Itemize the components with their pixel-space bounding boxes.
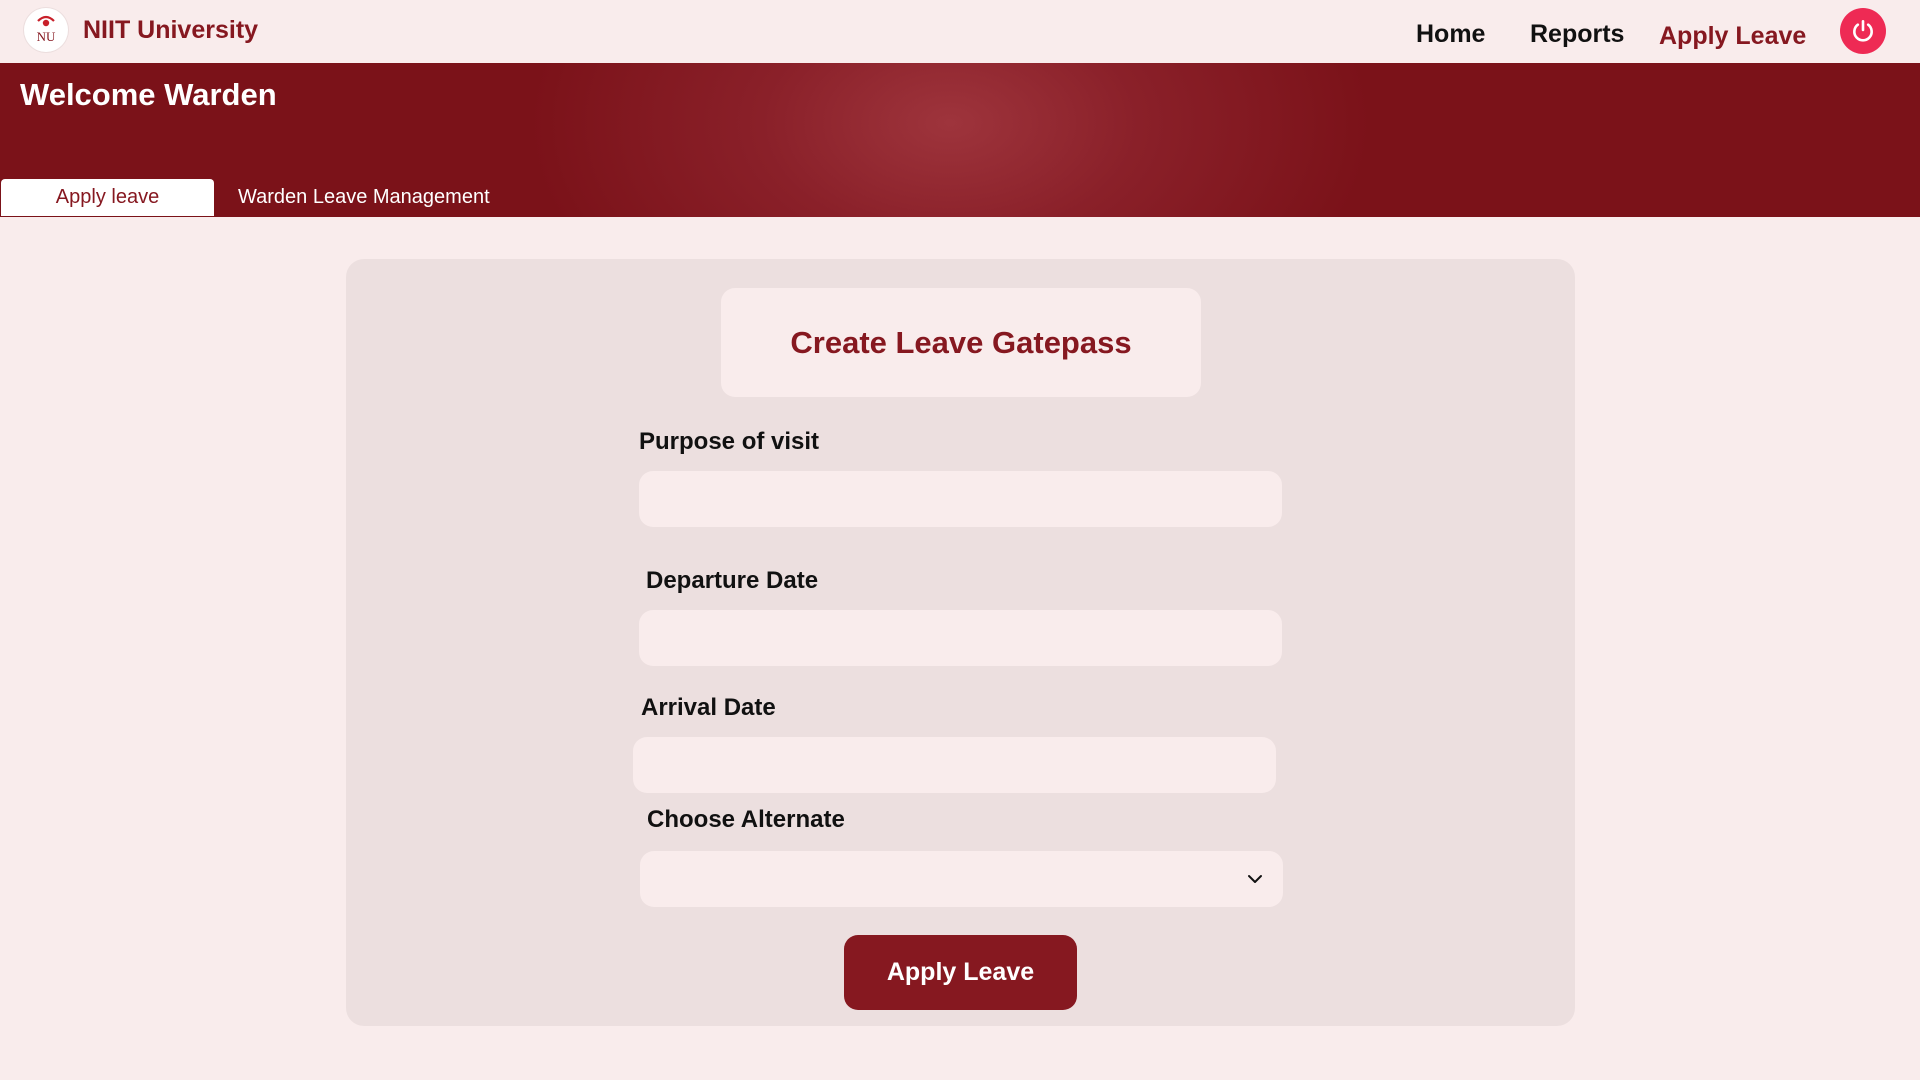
form-title-box: Create Leave Gatepass xyxy=(721,288,1201,397)
choose-alternate-select[interactable] xyxy=(640,851,1283,907)
nav-reports-link[interactable]: Reports xyxy=(1530,20,1624,49)
tab-apply-leave[interactable]: Apply leave xyxy=(1,179,214,216)
apply-leave-button[interactable]: Apply Leave xyxy=(844,935,1077,1010)
arrival-date-label: Arrival Date xyxy=(641,694,776,721)
svg-text:NU: NU xyxy=(37,29,56,44)
nav-home-link[interactable]: Home xyxy=(1416,20,1485,49)
university-logo[interactable]: NU xyxy=(24,8,68,52)
chevron-down-icon xyxy=(1248,875,1262,883)
departure-date-label: Departure Date xyxy=(646,567,819,594)
departure-date-input[interactable] xyxy=(639,610,1282,666)
purpose-input[interactable] xyxy=(639,471,1282,527)
purpose-label: Purpose of visit xyxy=(639,428,820,455)
choose-alternate-label: Choose Alternate xyxy=(647,806,845,833)
power-icon xyxy=(1853,19,1873,42)
welcome-heading: Welcome Warden xyxy=(20,77,277,112)
brand-name[interactable]: NIIT University xyxy=(83,16,258,45)
top-navbar: NU NIIT University Home Reports Apply Le… xyxy=(0,0,1920,63)
nav-apply-leave-link[interactable]: Apply Leave xyxy=(1659,22,1806,51)
logo-emblem-icon: NU xyxy=(37,15,56,44)
tab-warden-leave-management[interactable]: Warden Leave Management xyxy=(238,179,490,216)
logout-button[interactable] xyxy=(1840,8,1886,54)
welcome-banner: Welcome Warden Apply leave Warden Leave … xyxy=(0,63,1920,217)
arrival-date-input[interactable] xyxy=(633,737,1276,793)
form-title: Create Leave Gatepass xyxy=(790,324,1132,360)
